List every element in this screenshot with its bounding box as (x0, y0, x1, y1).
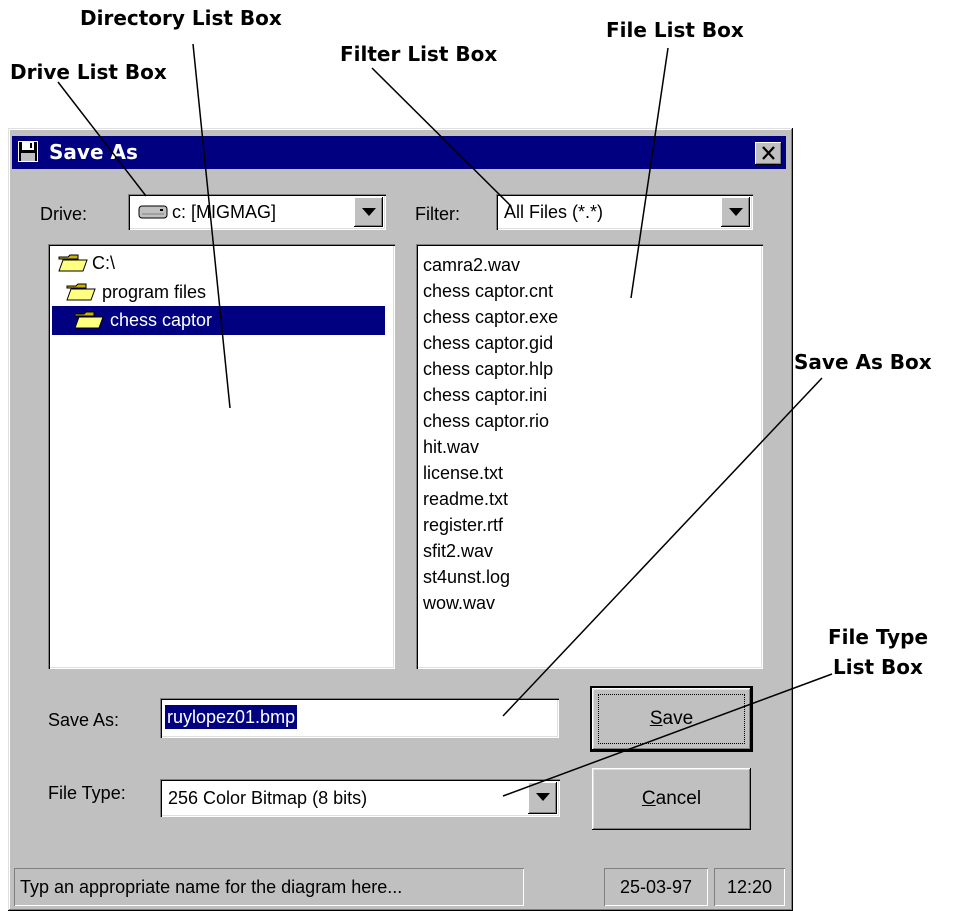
callout-lines (57, 43, 833, 797)
file-type-callout-line (502, 673, 833, 797)
save-as-callout-line (502, 377, 823, 717)
file-callout-line (630, 47, 669, 299)
filter-callout-line (371, 67, 512, 207)
directory-callout-line (192, 43, 231, 409)
drive-callout-line (57, 81, 147, 197)
